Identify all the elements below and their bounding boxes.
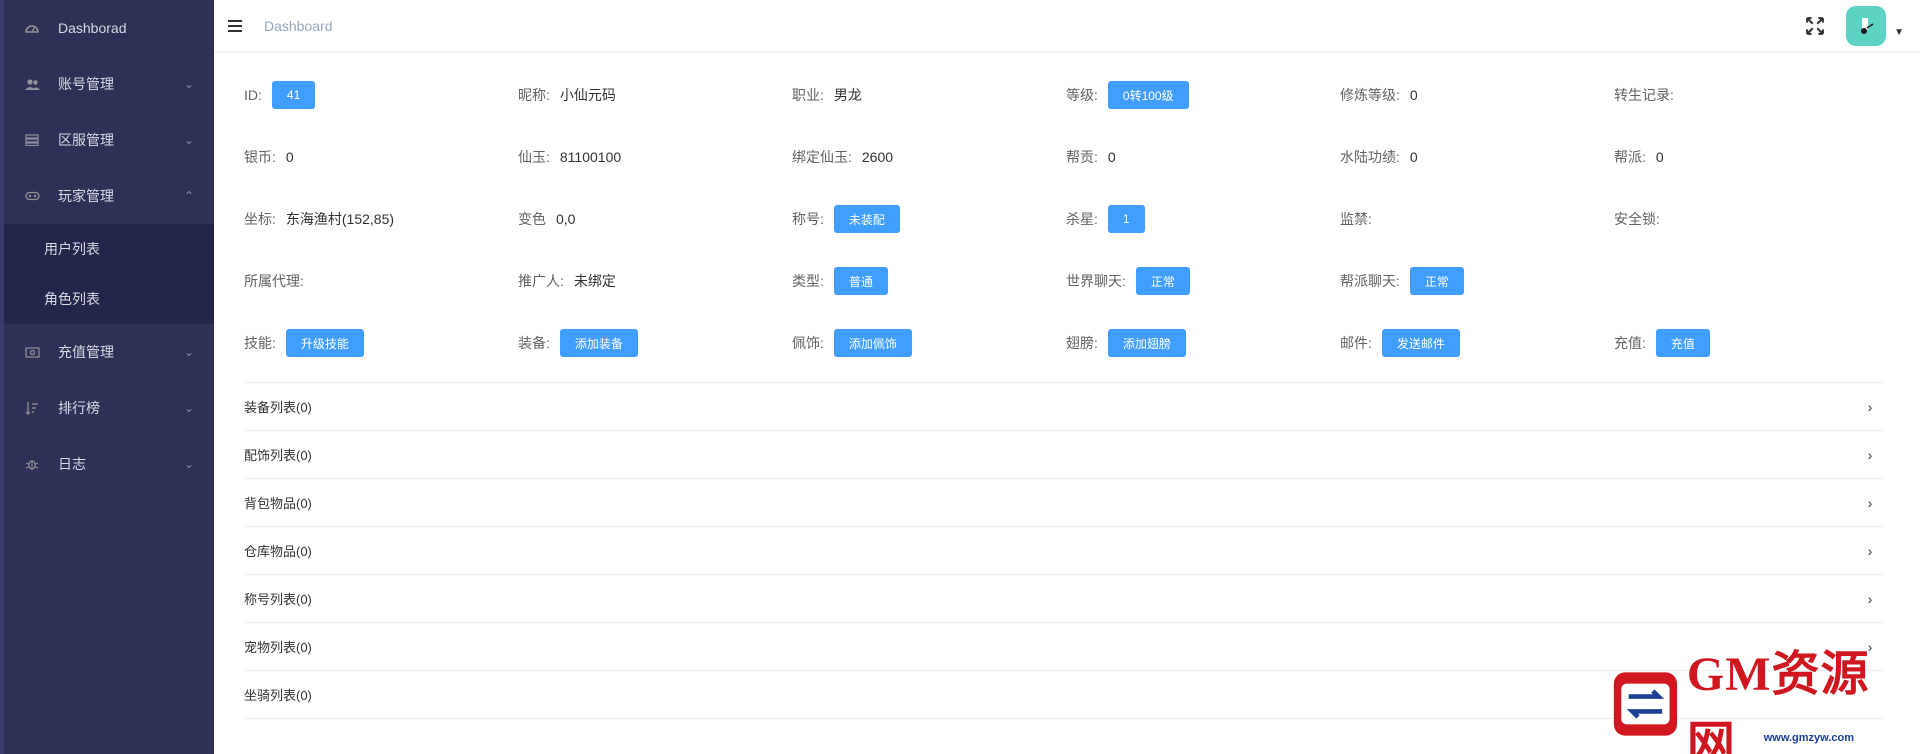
info-silver: 银币: 0 <box>244 149 294 165</box>
add-accessory-button[interactable]: 添加佩饰 <box>833 329 912 357</box>
info-referrer: 推广人: 未绑定 <box>518 273 616 289</box>
info-guild-chat: 帮派聊天: 正常 <box>1340 250 1614 312</box>
money-icon <box>24 344 40 360</box>
sidebar-item-label: 区服管理 <box>58 132 114 148</box>
guild-chat-button[interactable]: 正常 <box>1409 267 1464 295</box>
dashboard-icon <box>24 20 40 36</box>
sidebar-item-label: 账号管理 <box>58 76 114 92</box>
players-submenu: 用户列表 角色列表 <box>4 224 214 324</box>
sidebar-item-players[interactable]: 玩家管理 ⌃ <box>4 168 214 224</box>
sidebar-item-label: 排行榜 <box>58 400 100 416</box>
world-chat-button[interactable]: 正常 <box>1135 267 1190 295</box>
info-type: 类型: 普通 <box>792 250 1066 312</box>
add-wings-button[interactable]: 添加翅膀 <box>1107 329 1186 357</box>
info-level: 等级: 0转100级 <box>1066 64 1340 126</box>
server-icon <box>24 132 40 148</box>
info-kill-star: 杀星: 1 <box>1066 188 1340 250</box>
info-guild-contrib: 帮贡: 0 <box>1066 149 1116 165</box>
chevron-down-icon: ⌄ <box>183 345 194 359</box>
breadcrumb[interactable]: Dashboard <box>264 18 333 34</box>
sidebar-item-accounts[interactable]: 账号管理 ⌄ <box>4 56 214 112</box>
collapse-accessory-list[interactable]: 配饰列表(0) › <box>244 431 1884 479</box>
info-bound-jade: 绑定仙玉: 2600 <box>792 149 894 165</box>
collapse-equipment-list[interactable]: 装备列表(0) › <box>244 383 1884 431</box>
info-profession: 职业: 男龙 <box>792 87 862 103</box>
level-button[interactable]: 0转100级 <box>1107 81 1189 109</box>
sidebar-item-label: 玩家管理 <box>58 188 114 204</box>
chevron-down-icon: ⌄ <box>183 77 194 91</box>
gamepad-icon <box>24 188 40 204</box>
info-skill: 技能: 升级技能 <box>244 312 518 374</box>
sidebar-subitem-user-list[interactable]: 用户列表 <box>4 224 214 274</box>
collapse-title-list[interactable]: 称号列表(0) › <box>244 575 1884 623</box>
add-equipment-button[interactable]: 添加装备 <box>559 329 638 357</box>
info-coords: 坐标: 东海渔村(152,85) <box>244 211 395 227</box>
info-transform: 变色 0,0 <box>518 211 576 227</box>
sidebar-item-recharge[interactable]: 充值管理 ⌄ <box>4 324 214 380</box>
watermark-url: www.gmzyw.com <box>1763 732 1854 744</box>
sidebar-item-label: 日志 <box>58 456 86 472</box>
info-recharge: 充值: 充值 <box>1614 312 1888 374</box>
sidebar: Dashborad 账号管理 ⌄ 区服管理 ⌄ 玩家管理 ⌃ 用户列表 角色列表 <box>0 0 214 754</box>
info-empty <box>1614 250 1888 312</box>
sort-icon <box>24 400 40 416</box>
info-accessory: 佩饰: 添加佩饰 <box>792 312 1066 374</box>
send-mail-button[interactable]: 发送邮件 <box>1381 329 1460 357</box>
hamburger-icon[interactable] <box>228 16 248 36</box>
info-wings: 翅膀: 添加翅膀 <box>1066 312 1340 374</box>
chevron-up-icon: ⌃ <box>183 189 194 203</box>
info-title: 称号: 未装配 <box>792 188 1066 250</box>
chevron-right-icon: › <box>1867 494 1873 511</box>
chevron-right-icon: › <box>1867 398 1873 415</box>
users-icon <box>24 76 40 92</box>
sidebar-item-logs[interactable]: 日志 ⌄ <box>4 436 214 492</box>
info-guild: 帮派: 0 <box>1614 149 1664 165</box>
chevron-down-icon: ⌄ <box>183 457 194 471</box>
id-badge[interactable]: 41 <box>271 81 316 109</box>
info-world-chat: 世界聊天: 正常 <box>1066 250 1340 312</box>
avatar-image-icon <box>1861 17 1874 34</box>
sidebar-item-label: 充值管理 <box>58 344 114 360</box>
info-nickname: 昵称: 小仙元码 <box>518 87 616 103</box>
chevron-down-icon: ⌄ <box>183 401 194 415</box>
kill-star-button[interactable]: 1 <box>1107 205 1145 233</box>
collapse-backpack-list[interactable]: 背包物品(0) › <box>244 479 1884 527</box>
sidebar-item-label: Dashborad <box>58 20 127 36</box>
main-content: Dashboard ▼ ID: 41 昵称: 小仙元码 职业: 男龙 等级: 0… <box>214 0 1920 754</box>
info-id: ID: 41 <box>244 64 518 126</box>
info-safe-lock: 安全锁: <box>1614 211 1660 227</box>
sidebar-item-rankings[interactable]: 排行榜 ⌄ <box>4 380 214 436</box>
info-jade: 仙玉: 81100100 <box>518 149 622 165</box>
info-ban: 监禁: <box>1340 211 1372 227</box>
chevron-down-icon: ⌄ <box>183 133 194 147</box>
bug-icon <box>24 456 40 472</box>
sidebar-item-servers[interactable]: 区服管理 ⌄ <box>4 112 214 168</box>
info-rebirth: 转生记录: <box>1614 87 1674 103</box>
collapse-warehouse-list[interactable]: 仓库物品(0) › <box>244 527 1884 575</box>
info-cultivation: 修炼等级: 0 <box>1340 87 1418 103</box>
title-button[interactable]: 未装配 <box>833 205 900 233</box>
caret-down-icon[interactable]: ▼ <box>1894 27 1904 38</box>
type-button[interactable]: 普通 <box>833 267 888 295</box>
watermark-logo-icon <box>1613 672 1678 736</box>
upgrade-skill-button[interactable]: 升级技能 <box>285 329 364 357</box>
chevron-right-icon: › <box>1867 542 1873 559</box>
sidebar-subitem-role-list[interactable]: 角色列表 <box>4 274 214 324</box>
sidebar-item-dashboard[interactable]: Dashborad <box>4 0 214 56</box>
info-water-land: 水陆功绩: 0 <box>1340 149 1418 165</box>
player-info-grid: ID: 41 昵称: 小仙元码 职业: 男龙 等级: 0转100级 修炼等级: <box>244 64 1890 374</box>
info-equip: 装备: 添加装备 <box>518 312 792 374</box>
chevron-right-icon: › <box>1867 590 1873 607</box>
navbar: Dashboard ▼ <box>214 0 1920 52</box>
fullscreen-icon[interactable] <box>1806 16 1824 35</box>
chevron-right-icon: › <box>1867 446 1873 463</box>
recharge-button[interactable]: 充值 <box>1655 329 1710 357</box>
watermark: GM资源网 www.gmzyw.com <box>1612 648 1902 754</box>
avatar[interactable] <box>1846 5 1887 46</box>
info-agent: 所属代理: <box>244 273 304 289</box>
info-mail: 邮件: 发送邮件 <box>1340 312 1614 374</box>
